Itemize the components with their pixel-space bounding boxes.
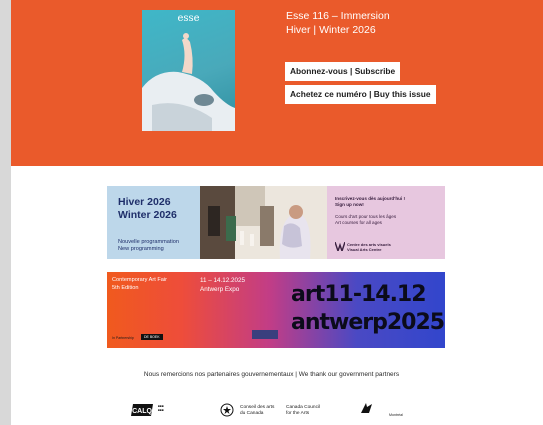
fair-logotype-line2: antwerp2025 xyxy=(291,310,445,335)
calq-logo-text: CALQ xyxy=(132,408,152,415)
sponsor-badge xyxy=(252,330,278,339)
calq-logo-icon[interactable]: CALQ xyxy=(130,403,156,417)
ad-subtext-en: New programming xyxy=(118,246,164,252)
canada-council-logo-icon[interactable] xyxy=(220,403,234,417)
fair-venue: Antwerp Expo xyxy=(200,286,240,293)
montreal-logo-icon[interactable] xyxy=(360,402,373,414)
montreal-logo-name: Montréal xyxy=(389,413,403,417)
magazine-cover-image[interactable]: esse xyxy=(142,10,235,131)
issue-title: Esse 116 – Immersion xyxy=(286,10,390,22)
partnership-label: In Partnership xyxy=(112,336,134,340)
visual-arts-centre-logo-icon xyxy=(335,242,345,251)
partners-thanks: Nous remercions nos partenaires gouverne… xyxy=(143,371,400,378)
left-scroll-gutter xyxy=(0,0,11,425)
fair-dates: 11 – 14.12.2025 xyxy=(200,277,246,284)
canada-council-name-fr: Conseil des arts du Canada xyxy=(240,405,275,416)
issue-season: Hiver | Winter 2026 xyxy=(286,24,376,36)
buy-issue-button[interactable]: Achetez ce numéro | Buy this issue xyxy=(285,85,436,104)
fair-logotype-line1: art11-14.12 xyxy=(291,282,427,307)
ad-courses-en: Art courses for all ages xyxy=(335,220,382,225)
fair-edition: 5th Edition xyxy=(112,285,139,291)
canada-council-name-en: Canada Council for the Arts xyxy=(286,405,321,416)
hero-banner: esse Esse 116 – Immersion Hiver | Winter… xyxy=(11,0,543,166)
subscribe-button[interactable]: Abonnez-vous | Subscribe xyxy=(285,62,401,81)
ad-banner-visual-arts-centre[interactable]: Hiver 2026 Winter 2026 Nouvelle programm… xyxy=(107,186,445,259)
fair-name: Contemporary Art Fair xyxy=(112,277,168,283)
ad-heading-en: Winter 2026 xyxy=(118,209,177,221)
ad-right-panel: Inscrivez-vous dès aujourd'hui ! Sign up… xyxy=(327,186,445,259)
ad-logo-name-en: Visual Arts Centre xyxy=(347,247,382,252)
sponsor-logo: DE BOEK xyxy=(141,334,163,340)
cover-wordmark: esse xyxy=(177,13,200,24)
ad-banner-art-antwerp[interactable]: Contemporary Art Fair 5th Edition 11 – 1… xyxy=(107,272,445,348)
ad-left-panel: Hiver 2026 Winter 2026 Nouvelle programm… xyxy=(107,186,200,259)
calq-logo-caption: ■■■ ■■■ xyxy=(158,404,164,412)
ad-subtext-fr: Nouvelle programmation xyxy=(118,239,179,245)
cover-illustration xyxy=(142,33,235,131)
ad-heading-fr: Hiver 2026 xyxy=(118,196,171,208)
ad-cta-en: Sign up now! xyxy=(335,202,364,207)
ad-photo-art-class xyxy=(200,186,327,259)
